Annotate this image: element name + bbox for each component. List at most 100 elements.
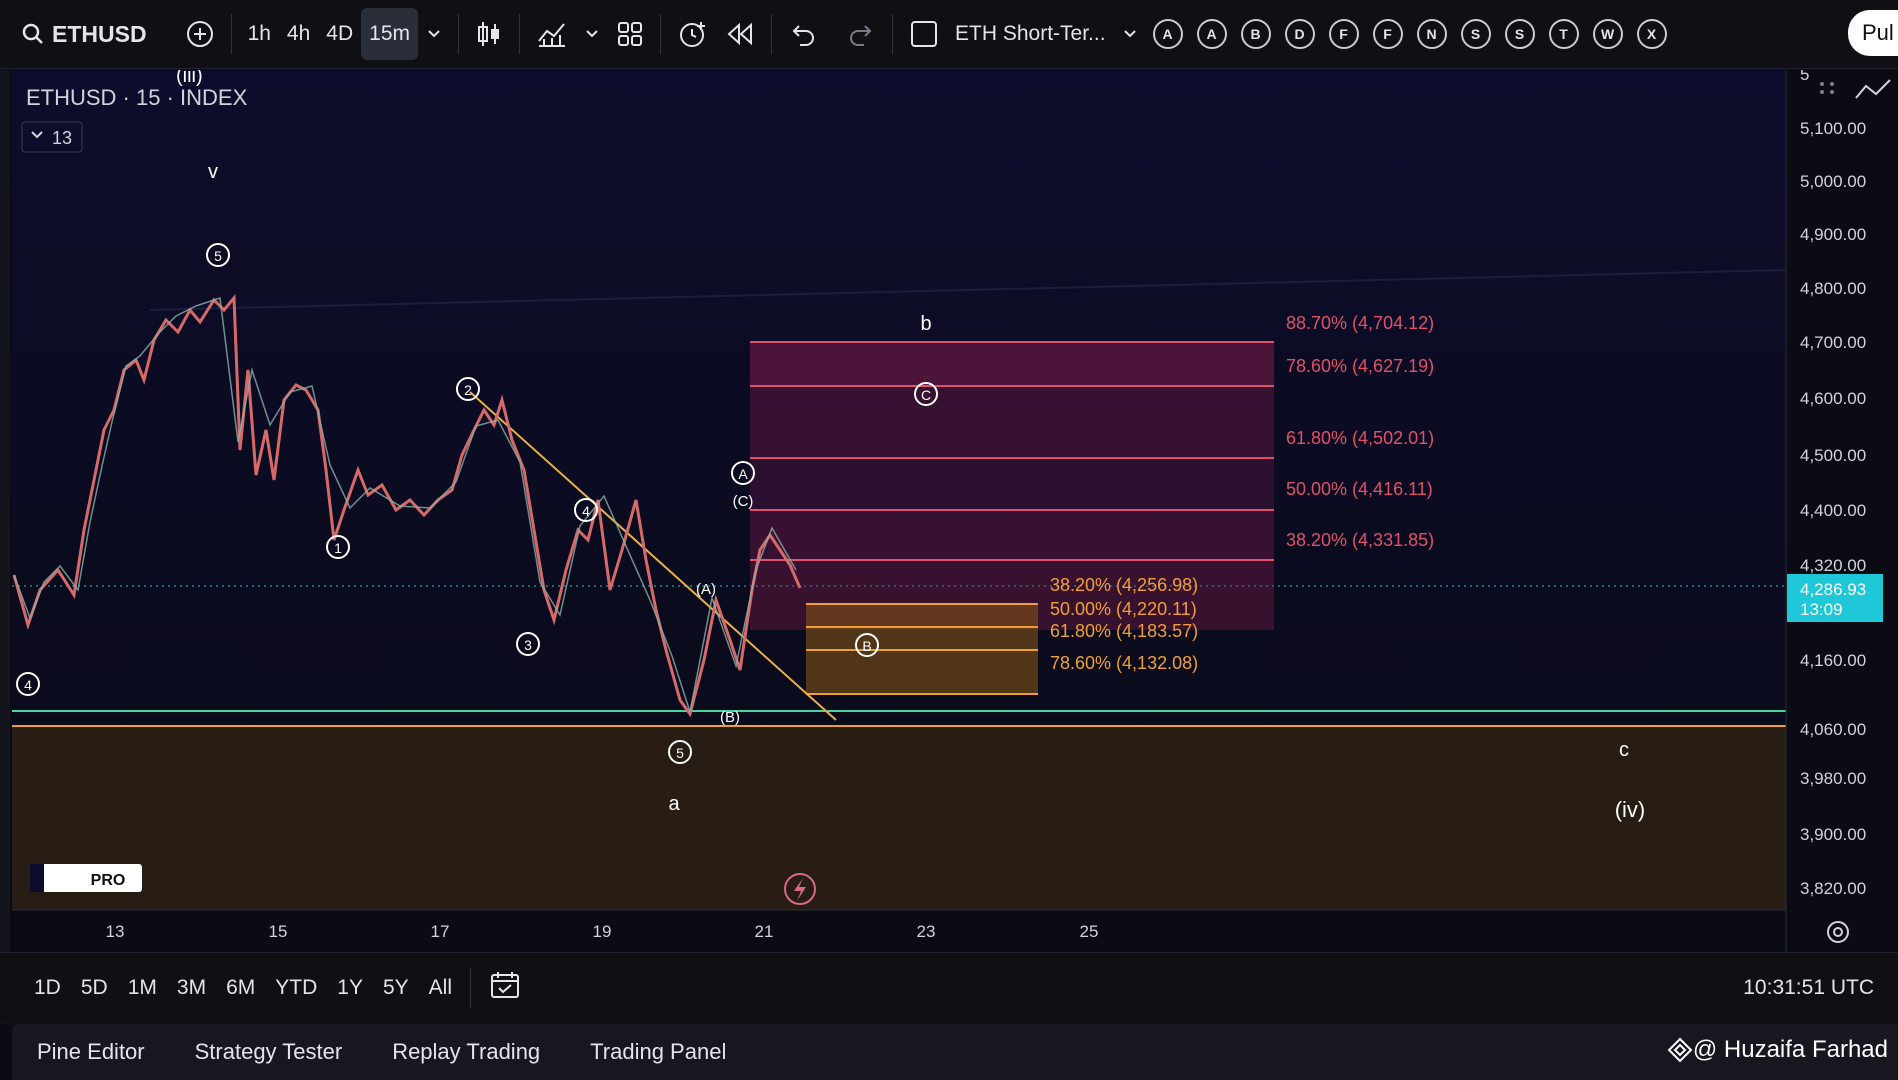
wave-label: (B) [720,709,740,726]
square-icon [911,21,937,47]
price-label: 3,980.00 [1800,769,1866,788]
letter-button[interactable]: S [1460,19,1491,49]
letter-button[interactable]: D [1284,19,1315,49]
letter-button[interactable]: F [1328,19,1359,49]
price-label: 5,000.00 [1800,172,1866,191]
price-label: 5 [1800,70,1809,84]
undo-icon [792,25,814,46]
range-all[interactable]: All [419,976,462,1000]
top-toolbar: ETHUSD 1h 4h 4D 15m ETH Short-Ter... A A… [0,0,1898,69]
price-label: 3,820.00 [1800,879,1866,898]
letter-button[interactable]: B [1240,19,1271,49]
divider [892,14,893,54]
time-label: 19 [593,922,612,941]
range-1y[interactable]: 1Y [327,976,373,1000]
letter-button[interactable]: X [1636,19,1667,49]
fib-upper-band [750,342,1274,386]
letter-button[interactable]: N [1416,19,1447,49]
layout-grid-button[interactable] [608,8,652,60]
indicators-dropdown[interactable] [576,8,608,60]
tab-trading-panel[interactable]: Trading Panel [565,1039,751,1065]
letter-button[interactable]: W [1592,19,1623,49]
letter-button[interactable]: T [1548,19,1579,49]
fib-upper-band [750,458,1274,510]
symbol-search[interactable]: ETHUSD [0,8,155,60]
watermark: @ Huzaifa Farhad [1667,1036,1888,1064]
price-label: 4,600.00 [1800,389,1866,408]
price-label: 4,800.00 [1800,279,1866,298]
interval-dropdown[interactable] [418,8,450,60]
alert-button[interactable] [669,8,717,60]
bottom-panel-tabs: Pine Editor Strategy Tester Replay Tradi… [12,1024,1898,1080]
range-ytd[interactable]: YTD [265,976,327,1000]
fullscreen-checkbox[interactable] [901,8,947,60]
fib-upper-label: 88.70% (4,704.12) [1286,313,1434,333]
time-label: 25 [1080,922,1099,941]
wave-label: (iv) [1615,797,1646,822]
chart-canvas[interactable]: 88.70% (4,704.12) 78.60% (4,627.19) 61.8… [0,65,1898,952]
candlestick-icon [478,22,499,46]
interval-4d[interactable]: 4D [318,8,361,60]
range-1m[interactable]: 1M [118,976,167,1000]
wave-label: 4 [24,677,32,693]
interval-4h[interactable]: 4h [279,8,318,60]
tab-replay-trading[interactable]: Replay Trading [367,1039,565,1065]
chevron-down-icon [586,30,598,38]
interval-15m[interactable]: 15m [361,8,418,60]
undo-button[interactable] [780,8,824,60]
current-price-value: 4,286.93 [1800,580,1866,599]
wave-label: a [668,793,680,815]
chart-type-button[interactable] [467,8,511,60]
logo-label: PRO [91,872,126,889]
goto-date-button[interactable] [479,970,531,1006]
fib-upper-label: 50.00% (4,416.11) [1286,479,1433,499]
timeframe-bar: 1D 5D 1M 3M 6M YTD 1Y 5Y All 10:31:51 UT… [0,952,1898,1023]
redo-icon [850,25,872,46]
fib-lower-label: 38.20% (4,256.98) [1050,575,1198,595]
divider [660,14,661,54]
utc-clock[interactable]: 10:31:51 UTC [1743,976,1874,1000]
publish-button[interactable]: Pul [1848,10,1898,56]
redo-button[interactable] [840,8,884,60]
chevron-down-icon [428,30,440,38]
range-6m[interactable]: 6M [216,976,265,1000]
calendar-icon [491,972,519,998]
fib-lower-label: 61.80% (4,183.57) [1050,621,1198,641]
time-label: 21 [755,922,774,941]
search-icon [22,23,43,44]
watermark-text: @ Huzaifa Farhad [1692,1036,1888,1063]
layout-name[interactable]: ETH Short-Ter... [947,8,1114,60]
price-label: 4,160.00 [1800,651,1866,670]
price-label: 4,500.00 [1800,446,1866,465]
range-5y[interactable]: 5Y [373,976,419,1000]
indicators-button[interactable] [528,8,576,60]
letter-button[interactable]: A [1196,19,1227,49]
tab-pine-editor[interactable]: Pine Editor [12,1039,170,1065]
tab-strategy-tester[interactable]: Strategy Tester [170,1039,368,1065]
letter-button[interactable]: F [1372,19,1403,49]
range-3m[interactable]: 3M [167,976,216,1000]
range-1d[interactable]: 1D [24,976,71,1000]
symbol-name: ETHUSD [52,20,147,47]
fib-lower-label: 50.00% (4,220.11) [1050,599,1197,619]
gear-icon[interactable] [1827,921,1849,943]
wave-label: v [208,161,218,183]
alarm-clock-icon [680,22,705,47]
wave-label: A [738,466,748,482]
chevron-down-icon [1123,30,1136,38]
compare-button[interactable] [177,8,223,60]
letter-button[interactable]: S [1504,19,1535,49]
chart-pane[interactable]: 88.70% (4,704.12) 78.60% (4,627.19) 61.8… [0,65,1898,952]
time-label: 13 [106,922,125,941]
interval-1h[interactable]: 1h [240,8,279,60]
replay-button[interactable] [717,8,763,60]
wave-label: 1 [334,540,342,556]
letter-button[interactable]: A [1152,19,1183,49]
range-5d[interactable]: 5D [71,976,118,1000]
wave-label: b [920,313,931,335]
rewind-icon [727,22,752,46]
bar-countdown: 13:09 [1800,600,1843,619]
layout-dropdown[interactable] [1114,8,1146,60]
time-label: 17 [431,922,450,941]
wave-label: (C) [733,493,754,510]
